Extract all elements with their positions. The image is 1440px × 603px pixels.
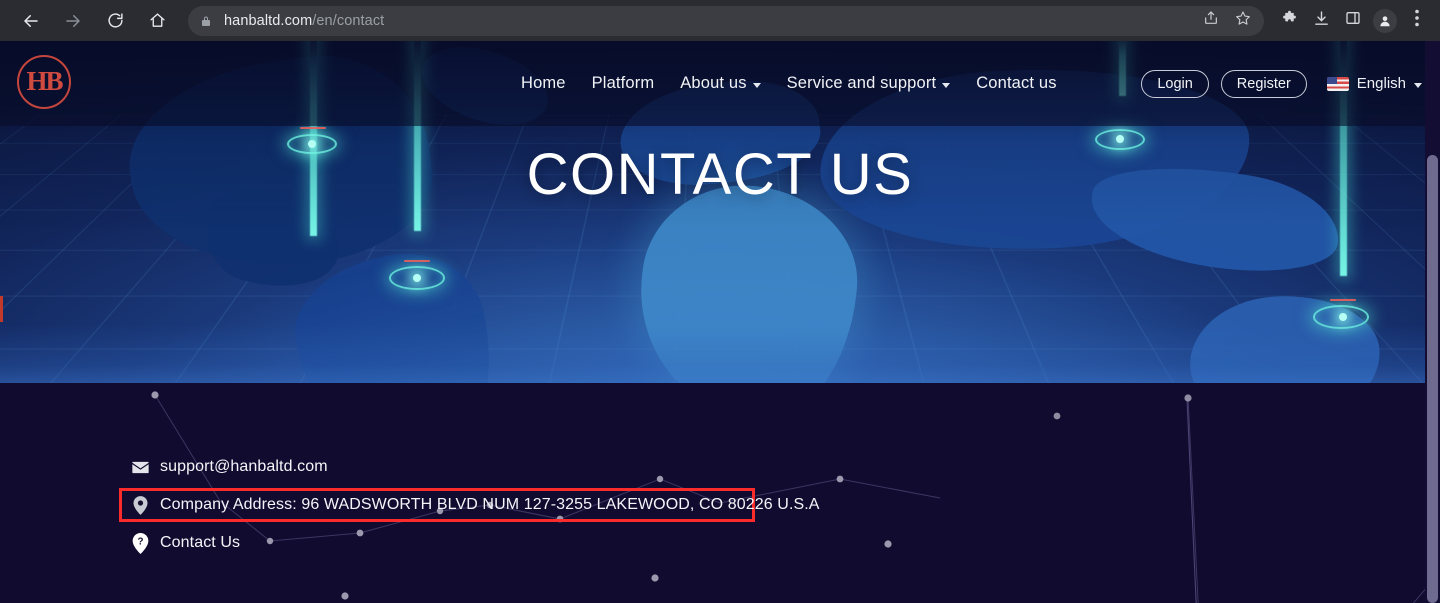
nav-label: Service and support xyxy=(787,74,937,93)
url-path: /en/contact xyxy=(312,13,384,29)
logo-text: HB xyxy=(26,68,61,95)
login-button[interactable]: Login xyxy=(1141,70,1208,98)
envelope-icon xyxy=(128,461,152,474)
main-navigation: Home Platform About us Service and suppo… xyxy=(521,41,1057,126)
nav-label: About us xyxy=(680,74,746,93)
us-flag-icon xyxy=(1327,77,1349,91)
star-icon xyxy=(1235,10,1251,31)
url-text: hanbaltd.com/en/contact xyxy=(224,13,384,29)
home-icon xyxy=(149,12,166,29)
contact-section: support@hanbaltd.com Company Address: 96… xyxy=(0,383,1440,603)
radar-tick-2 xyxy=(404,260,430,262)
contact-row-contact-us[interactable]: ? Contact Us xyxy=(122,527,755,559)
forward-button[interactable] xyxy=(58,6,88,36)
profile-avatar-icon xyxy=(1373,9,1397,33)
downloads-button[interactable] xyxy=(1306,6,1336,36)
nav-item-service-and-support[interactable]: Service and support xyxy=(787,74,951,93)
question-pin-icon: ? xyxy=(128,533,152,554)
contact-info-list: support@hanbaltd.com Company Address: 96… xyxy=(122,451,755,564)
contact-us-text: Contact Us xyxy=(160,534,240,552)
map-pin-icon xyxy=(128,496,152,515)
nav-item-about-us[interactable]: About us xyxy=(680,74,760,93)
side-panel-button[interactable] xyxy=(1338,6,1368,36)
nav-item-contact-us[interactable]: Contact us xyxy=(976,74,1056,93)
header-actions: Login Register English xyxy=(1141,41,1422,126)
side-panel-icon xyxy=(1345,10,1361,31)
back-arrow-icon xyxy=(22,12,40,30)
radar-tick-1 xyxy=(300,127,326,129)
three-dot-menu-icon xyxy=(1415,9,1419,32)
register-button[interactable]: Register xyxy=(1221,70,1307,98)
chevron-down-icon xyxy=(942,83,950,88)
browser-action-icons xyxy=(1274,6,1432,36)
radar-core-2 xyxy=(413,274,421,282)
bookmark-button[interactable] xyxy=(1230,8,1256,34)
site-logo[interactable]: HB xyxy=(17,55,71,109)
share-button[interactable] xyxy=(1198,8,1224,34)
omnibox-actions xyxy=(1198,6,1256,36)
download-icon xyxy=(1313,10,1330,32)
address-text: Company Address: 96 WADSWORTH BLVD NUM 1… xyxy=(160,496,820,514)
reload-button[interactable] xyxy=(100,6,130,36)
svg-text:?: ? xyxy=(137,536,143,547)
extensions-button[interactable] xyxy=(1274,6,1304,36)
profile-button[interactable] xyxy=(1370,6,1400,36)
hero-bottom-fade xyxy=(0,323,1440,383)
puzzle-icon xyxy=(1281,10,1298,32)
forward-arrow-icon xyxy=(64,12,82,30)
page-title: CONTACT US xyxy=(0,141,1440,208)
back-button[interactable] xyxy=(16,6,46,36)
lock-icon xyxy=(200,14,212,28)
left-edge-marker xyxy=(0,296,3,322)
radar-core-4 xyxy=(1339,313,1347,321)
share-icon xyxy=(1203,10,1219,31)
chrome-menu-button[interactable] xyxy=(1402,6,1432,36)
radar-tick-4 xyxy=(1330,299,1356,301)
nav-label: Contact us xyxy=(976,74,1056,93)
contact-row-address[interactable]: Company Address: 96 WADSWORTH BLVD NUM 1… xyxy=(119,488,755,522)
nav-item-home[interactable]: Home xyxy=(521,74,566,93)
reload-icon xyxy=(107,12,124,29)
email-text: support@hanbaltd.com xyxy=(160,458,328,476)
nav-label: Platform xyxy=(592,74,655,93)
contact-row-email[interactable]: support@hanbaltd.com xyxy=(122,451,755,483)
page-scrollbar[interactable] xyxy=(1425,41,1440,603)
chevron-down-icon xyxy=(1414,83,1422,88)
browser-toolbar: hanbaltd.com/en/contact xyxy=(0,0,1440,41)
url-domain: hanbaltd.com xyxy=(224,13,312,29)
page-viewport: CONTACT US HB Home Platform About us Ser… xyxy=(0,41,1440,603)
nav-label: Home xyxy=(521,74,566,93)
site-header: HB Home Platform About us Service and su… xyxy=(0,41,1440,126)
scrollbar-thumb[interactable] xyxy=(1427,155,1438,603)
nav-item-platform[interactable]: Platform xyxy=(592,74,655,93)
address-bar[interactable]: hanbaltd.com/en/contact xyxy=(188,6,1264,36)
home-button[interactable] xyxy=(142,6,172,36)
language-selector[interactable]: English xyxy=(1327,75,1422,92)
language-label: English xyxy=(1357,75,1406,92)
chevron-down-icon xyxy=(753,83,761,88)
